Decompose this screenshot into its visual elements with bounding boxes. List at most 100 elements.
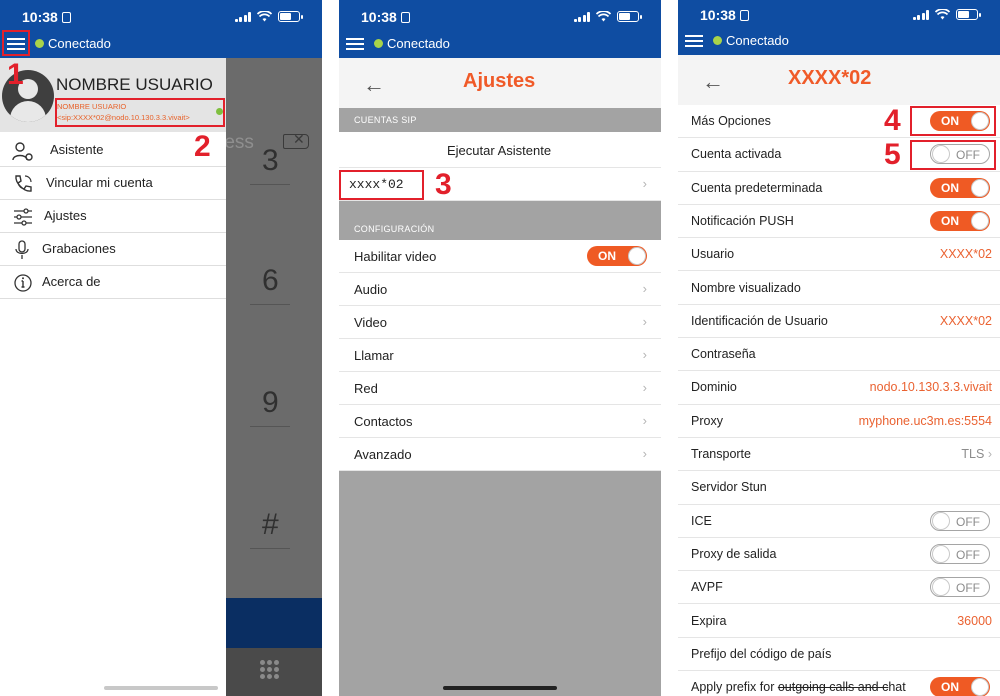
battery-icon <box>278 11 303 22</box>
connection-status-dot <box>713 36 722 45</box>
drawer-item-vincular[interactable]: Vincular mi cuenta <box>0 167 226 200</box>
connection-status-text: Conectado <box>387 36 450 51</box>
app-bar: Conectado <box>339 30 661 58</box>
drawer-item-asistente[interactable]: Asistente <box>0 134 226 167</box>
dial-key-9[interactable]: 9 <box>262 386 279 420</box>
avpf-toggle[interactable]: OFF <box>930 577 990 598</box>
dial-key-6[interactable]: 6 <box>262 264 279 298</box>
chevron-right-icon: › <box>642 176 647 191</box>
home-indicator <box>104 686 218 690</box>
dial-key-3[interactable]: 3 <box>262 144 279 178</box>
account-settings-screen: 10:38 Conectado ← XXXX*02 Más Opciones ON… <box>678 0 1000 696</box>
annotation-box-4 <box>910 106 996 136</box>
lock-icon <box>61 12 71 23</box>
system-icons <box>912 9 981 20</box>
user-name: NOMBRE USUARIO <box>56 75 213 94</box>
title-bar: ← Ajustes <box>339 58 661 108</box>
drawer-item-grabaciones[interactable]: Grabaciones <box>0 233 226 266</box>
connection-status-text: Conectado <box>726 33 789 48</box>
settings-row-transporte[interactable]: Transporte TLS › <box>678 438 1000 472</box>
run-assistant-row[interactable]: Ejecutar Asistente <box>339 132 661 168</box>
annotation-box-1 <box>2 30 30 56</box>
annotation-number-5: 5 <box>884 138 901 171</box>
settings-row-prefijo-del-codigo-de-pais[interactable]: Prefijo del código de país <box>678 638 1000 672</box>
chevron-right-icon: › <box>642 380 647 395</box>
enable-video-toggle[interactable]: ON <box>587 246 647 266</box>
lock-icon <box>400 12 410 23</box>
annotation-box-2 <box>55 98 225 127</box>
status-bar: 10:38 <box>0 0 322 30</box>
status-bar: 10:38 <box>339 0 661 30</box>
drawer-item-acerca[interactable]: Acerca de <box>0 266 226 299</box>
phone-link-icon <box>12 173 34 195</box>
expira-value: 36000 <box>957 613 992 628</box>
settings-row-contactos[interactable]: Contactos › <box>339 405 661 438</box>
keypad-icon[interactable] <box>260 660 279 679</box>
hamburger-menu-icon[interactable] <box>685 32 703 48</box>
cellular-signal-icon <box>912 10 929 20</box>
page-title: Ajustes <box>463 70 536 92</box>
battery-icon <box>956 9 981 20</box>
settings-row-llamar[interactable]: Llamar › <box>339 339 661 372</box>
proxy-de-salida-toggle[interactable]: OFF <box>930 543 990 564</box>
apply-prefix-toggle[interactable]: ON <box>930 677 990 696</box>
settings-row-red[interactable]: Red › <box>339 372 661 405</box>
chevron-right-icon: › <box>642 413 647 428</box>
settings-row-avpf: AVPF OFF <box>678 571 1000 605</box>
settings-row-video[interactable]: Video › <box>339 306 661 339</box>
settings-row-usuario[interactable]: Usuario XXXX*02 <box>678 238 1000 272</box>
call-bar <box>226 598 322 648</box>
clock: 10:38 <box>700 7 749 23</box>
settings-row-dominio[interactable]: Dominio nodo.10.130.3.3.vivait <box>678 371 1000 405</box>
ice-toggle[interactable]: OFF <box>930 510 990 531</box>
system-icons <box>573 11 642 22</box>
system-icons <box>234 11 303 22</box>
transporte-value: TLS › <box>961 447 992 461</box>
annotation-number-2: 2 <box>194 130 211 163</box>
cuenta-predeterminada-toggle[interactable]: ON <box>930 177 990 198</box>
user-gear-icon <box>12 140 34 162</box>
settings-row-audio[interactable]: Audio › <box>339 273 661 306</box>
connection-status-dot <box>35 39 44 48</box>
page-title: XXXX*02 <box>788 67 872 89</box>
chevron-right-icon: › <box>642 347 647 362</box>
back-arrow-icon[interactable]: ← <box>363 72 385 98</box>
settings-row-avanzado[interactable]: Avanzado › <box>339 438 661 471</box>
settings-row-notificacion-push: Notificación PUSH ON <box>678 205 1000 239</box>
hamburger-menu-icon[interactable] <box>346 35 364 51</box>
clock: 10:38 <box>22 9 71 25</box>
chevron-right-icon: › <box>642 446 647 461</box>
dominio-value: nodo.10.130.3.3.vivait <box>869 380 992 395</box>
settings-row-proxy[interactable]: Proxy myphone.uc3m.es:5554 <box>678 405 1000 438</box>
connection-status-dot <box>374 39 383 48</box>
battery-icon <box>617 11 642 22</box>
settings-row-nombre-visualizado[interactable]: Nombre visualizado <box>678 272 1000 305</box>
wifi-icon <box>935 9 950 20</box>
settings-row-proxy-de-salida: Proxy de salida OFF <box>678 538 1000 572</box>
chevron-right-icon: › <box>642 281 647 296</box>
settings-row-expira[interactable]: Expira 36000 <box>678 605 1000 638</box>
sliders-icon <box>12 206 34 228</box>
dial-key-hash[interactable]: # <box>262 508 279 542</box>
backspace-icon[interactable]: ✕ <box>283 131 309 149</box>
section-header-config: CONFIGURACIÓN <box>339 216 661 240</box>
microphone-icon <box>12 239 34 261</box>
app-bar: Conectado <box>678 27 1000 55</box>
settings-screen: 10:38 Conectado ← Ajustes CUENTAS SIP Ej… <box>339 0 661 696</box>
notificacion-push-toggle[interactable]: ON <box>930 210 990 231</box>
usuario-value: XXXX*02 <box>939 247 992 262</box>
settings-row-contrasena[interactable]: Contraseña <box>678 338 1000 372</box>
section-header-sip: CUENTAS SIP <box>339 108 661 132</box>
home-indicator <box>443 686 557 690</box>
chevron-right-icon: › <box>642 314 647 329</box>
title-bar: ← XXXX*02 <box>678 55 1000 105</box>
back-arrow-icon[interactable]: ← <box>702 69 724 95</box>
drawer-item-ajustes[interactable]: Ajustes <box>0 200 226 233</box>
cellular-signal-icon <box>573 12 590 22</box>
annotation-box-5 <box>910 140 996 170</box>
annotation-number-3: 3 <box>435 168 452 201</box>
settings-row-servidor-stun[interactable]: Servidor Stun <box>678 471 1000 505</box>
annotation-number-1: 1 <box>7 58 24 91</box>
clock: 10:38 <box>361 9 410 25</box>
settings-row-identificacion-de-usuario[interactable]: Identificación de Usuario XXXX*02 <box>678 305 1000 339</box>
